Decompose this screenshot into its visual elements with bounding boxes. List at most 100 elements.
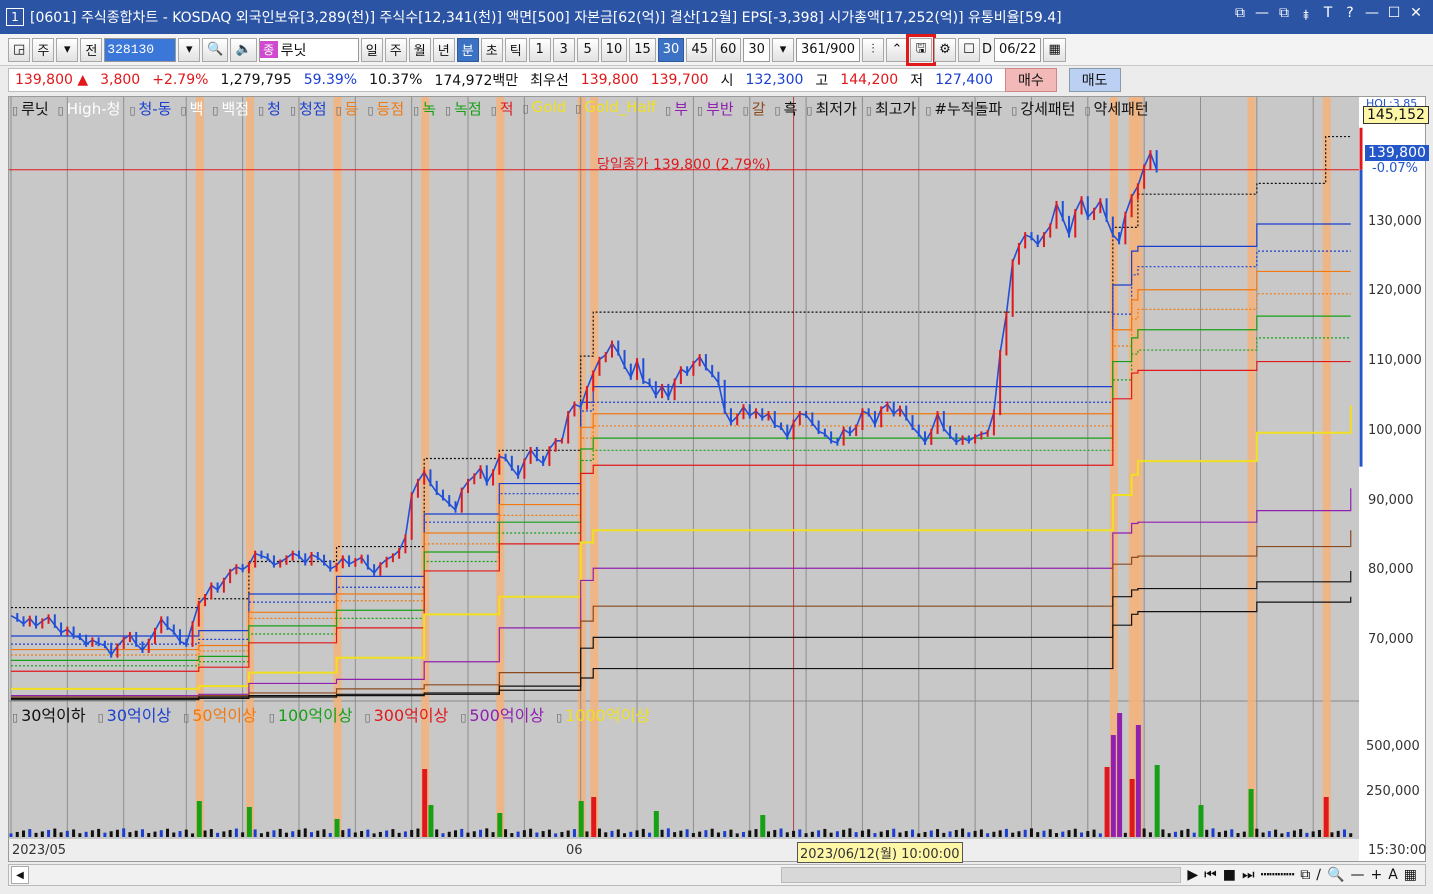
volume-legend-item-6[interactable]: 1000억이상 (556, 702, 650, 726)
prev-button[interactable]: 전 (80, 37, 103, 62)
indicator-legend-item-16[interactable]: 갈 (743, 98, 766, 120)
speaker-icon[interactable]: 🔈 (230, 37, 257, 62)
volume-legend-item-3[interactable]: 100억이상 (269, 702, 353, 726)
layout-icon[interactable]: ◲ (8, 37, 31, 62)
indicator-legend-item-5[interactable]: 청 (258, 98, 281, 120)
interval-45[interactable]: 45 (686, 37, 713, 62)
indicator-legend-item-17[interactable]: 흑 (775, 98, 798, 120)
period-tick[interactable]: 틱 (504, 37, 527, 62)
drawing-tools-icon[interactable]: ⧉ (1300, 867, 1310, 883)
period-month[interactable]: 월 (408, 37, 431, 62)
maximize-icon[interactable]: ☐ (1387, 5, 1401, 29)
date-input[interactable]: 06/22 (994, 37, 1042, 62)
period-second[interactable]: 초 (480, 37, 503, 62)
help-icon[interactable]: ? (1343, 5, 1357, 29)
stock-code-input[interactable] (104, 37, 177, 62)
close-icon[interactable]: ✕ (1409, 5, 1423, 29)
period-minute[interactable]: 분 (456, 37, 479, 62)
interval-10[interactable]: 10 (600, 37, 628, 62)
indicator-legend-item-9[interactable]: 녹 (413, 98, 436, 120)
chart-type-icon[interactable]: ⫶ (861, 37, 884, 62)
indicator-legend-item-10[interactable]: 녹점 (445, 98, 482, 120)
volume-legend-item-2[interactable]: 50억이상 (183, 702, 257, 726)
indicator-legend-item-19[interactable]: 최고가 (866, 98, 916, 120)
period-year[interactable]: 년 (432, 37, 455, 62)
chart-frame[interactable] (8, 96, 1426, 862)
forward-icon[interactable]: ⏭ (1242, 867, 1255, 883)
stop-icon[interactable]: ■ (1223, 867, 1236, 883)
indicator-legend-item-7[interactable]: 등 (336, 98, 359, 120)
font-icon[interactable]: T (1321, 5, 1335, 29)
settings-icon[interactable]: ⚙ (933, 37, 956, 62)
grid-icon[interactable]: ▦ (1404, 867, 1417, 883)
indicator-legend-item-4[interactable]: 백점 (212, 98, 249, 120)
indicator-legend-item-2[interactable]: 청-동 (129, 98, 172, 120)
sell-button[interactable]: 매도 (1068, 68, 1121, 92)
code-dropdown-icon[interactable]: ▾ (178, 37, 201, 62)
data-count[interactable]: 361/900 (795, 37, 860, 62)
interval-1[interactable]: 1 (528, 37, 551, 62)
volume-bar-9 (760, 815, 766, 837)
trend-icon[interactable]: ⌃ (885, 37, 908, 62)
indicator-legend-item-8[interactable]: 등점 (367, 98, 405, 120)
indicator-legend-item-13[interactable]: Gold_Half (575, 98, 656, 120)
current-price-tag: 139,800 (1365, 145, 1429, 161)
volume-legend-item-0[interactable]: 30억이하 (12, 702, 86, 726)
chart-scrollbar[interactable]: ◀ ▶ ⏮ ■ ⏭ ┅┅┅┅ ⧉ ∕ 🔍 — + A ▦ (8, 864, 1426, 886)
period-day[interactable]: 일 (360, 37, 383, 62)
window-number[interactable]: 1 (6, 8, 24, 26)
buy-button[interactable]: 매수 (1004, 68, 1057, 92)
minimize-icon[interactable]: — (1365, 5, 1379, 29)
indicator-legend-item-18[interactable]: 최저가 (806, 98, 856, 120)
volume-legend-item-5[interactable]: 500억이상 (460, 702, 544, 726)
interval-3[interactable]: 3 (552, 37, 575, 62)
interval-60[interactable]: 60 (714, 37, 742, 62)
line-tool-icon[interactable]: ∕ (1316, 867, 1321, 883)
interval-5[interactable]: 5 (576, 37, 599, 62)
volume-legend-item-4[interactable]: 300억이상 (365, 702, 449, 726)
volume-bar-base-164 (1036, 832, 1040, 837)
indicator-legend-item-6[interactable]: 청점 (290, 98, 327, 120)
play-icon[interactable]: ▶ (1187, 867, 1198, 883)
volume-legend-item-1[interactable]: 30억이상 (98, 702, 172, 726)
minimize-small-icon[interactable]: — (1255, 5, 1269, 29)
restore-icon[interactable]: ⧉ (1233, 5, 1247, 29)
indicator-legend-item-12[interactable]: Gold (523, 98, 567, 120)
chart-toolbar: ◲ 주 ▾ 전 ▾ 🔍 🔈 종 루닛 일 주 월 년 분 초 틱 1 3 5 1… (0, 33, 1433, 66)
text-tool-icon[interactable]: A (1388, 867, 1398, 883)
volume-bar-base-61 (391, 829, 395, 837)
interval-dropdown-icon[interactable]: ▾ (771, 37, 794, 62)
period-week[interactable]: 주 (384, 37, 407, 62)
indicator-legend-item-14[interactable]: 부 (665, 98, 688, 120)
search-icon[interactable]: 🔍 (202, 37, 229, 62)
indicator-legend-item-22[interactable]: 약세패턴 (1084, 98, 1149, 120)
rewind-icon[interactable]: ⏮ (1204, 867, 1217, 883)
price-chart[interactable] (9, 97, 1425, 861)
zoom-slider-icon[interactable]: ┅┅┅┅ (1261, 867, 1295, 883)
market-select[interactable]: 주 (32, 37, 55, 62)
interval-30[interactable]: 30 (657, 37, 685, 62)
indicator-legend-item-1[interactable]: High-청 (58, 98, 121, 120)
indicator-legend-item-0[interactable]: 루닛 (12, 98, 49, 120)
interval-value[interactable]: 30 (743, 37, 770, 62)
indicator-legend-item-11[interactable]: 적 (491, 98, 514, 120)
zoom-in-icon[interactable]: + (1370, 867, 1382, 883)
scroll-track[interactable] (35, 867, 1182, 883)
zoom-out-icon[interactable]: — (1350, 867, 1364, 883)
scroll-left-icon[interactable]: ◀ (11, 866, 29, 884)
scroll-thumb[interactable] (781, 867, 1182, 883)
chevron-down-icon[interactable]: ▾ (56, 37, 79, 62)
interval-15[interactable]: 15 (629, 37, 656, 62)
date-checkbox[interactable]: ☐ (957, 37, 980, 62)
indicator-legend-item-15[interactable]: 부반 (697, 98, 734, 120)
pin-icon[interactable]: ⯒ (1299, 5, 1313, 29)
zoom-icon[interactable]: 🔍 (1327, 867, 1344, 883)
save-icon[interactable]: 🖫 (905, 33, 936, 66)
stock-name-box[interactable]: 종 루닛 (258, 37, 359, 62)
indicator-legend-item-21[interactable]: 강세패턴 (1011, 98, 1075, 120)
indicator-legend-item-20[interactable]: #누적돌파 (925, 98, 1002, 120)
indicator-legend-item-3[interactable]: 백 (181, 98, 204, 120)
tile-icon[interactable]: ⧉ (1277, 5, 1291, 29)
calendar-icon[interactable]: ▦ (1043, 37, 1066, 62)
volume-bar-base-46 (297, 829, 301, 837)
